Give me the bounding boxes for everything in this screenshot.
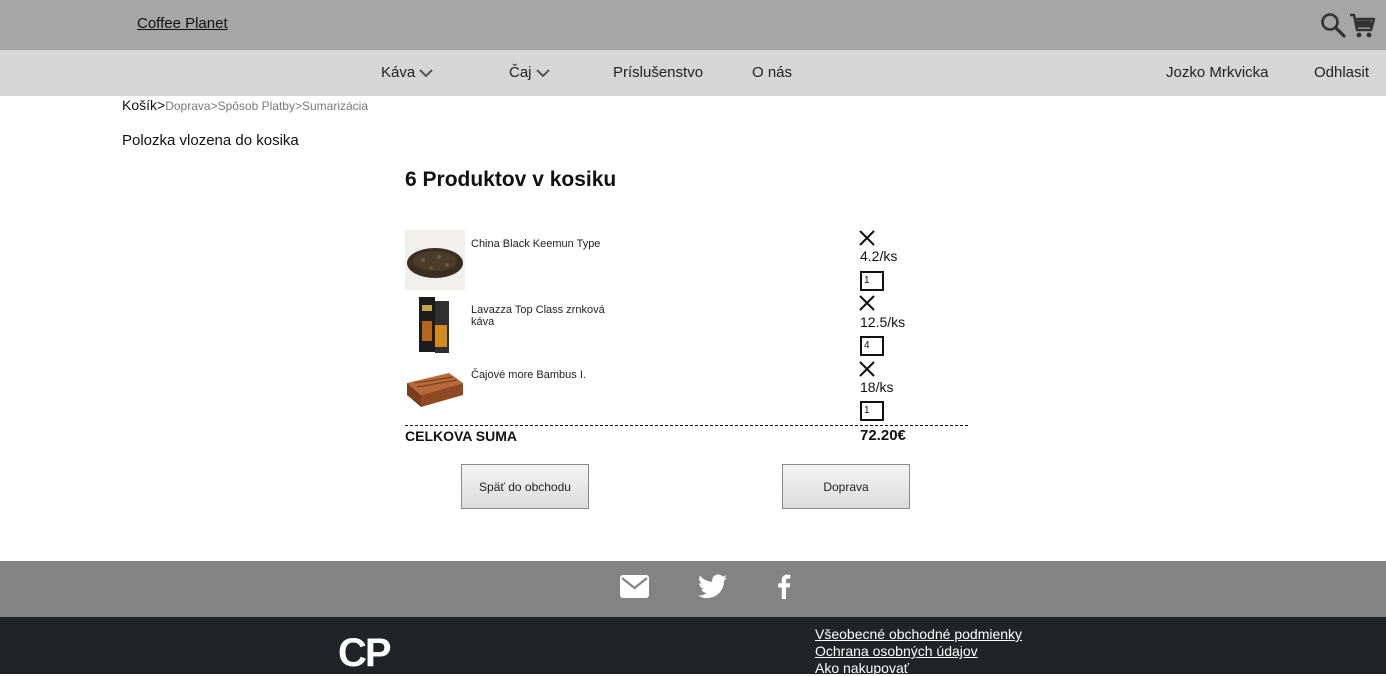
cart-notice: Polozka vlozena do kosika	[122, 132, 299, 149]
close-icon[interactable]	[859, 295, 875, 311]
brand-link[interactable]: Coffee Planet	[137, 15, 228, 32]
quantity-input[interactable]: 1	[860, 401, 884, 421]
quantity-input[interactable]: 4	[860, 336, 884, 356]
quantity-input[interactable]: 1	[860, 271, 884, 291]
total-divider	[405, 425, 968, 426]
cart-heading: 6 Produktov v kosiku	[405, 168, 617, 191]
nav-item-caj[interactable]: Čaj	[509, 64, 550, 81]
mail-icon[interactable]	[620, 575, 649, 598]
close-icon[interactable]	[859, 361, 875, 377]
breadcrumb-step-platba: Spôsob Platby	[217, 99, 295, 113]
product-name[interactable]: Lavazza Top Class zrnková káva	[471, 304, 621, 328]
breadcrumb-separator: >	[210, 99, 218, 113]
footer	[0, 617, 1386, 674]
nav-item-label: Čaj	[509, 64, 532, 81]
breadcrumb-separator: >	[157, 97, 166, 113]
shipping-button[interactable]: Doprava	[782, 464, 910, 509]
twitter-icon[interactable]	[698, 574, 727, 599]
logout-link[interactable]: Odhlasit	[1314, 64, 1369, 81]
social-bar	[0, 561, 1386, 617]
chevron-down-icon	[419, 68, 433, 77]
product-price: 4.2/ks	[860, 248, 898, 264]
nav-item-prislusenstvo[interactable]: Príslušenstvo	[613, 64, 703, 81]
search-icon[interactable]	[1320, 12, 1346, 38]
facebook-icon[interactable]	[777, 574, 791, 599]
product-price: 12.5/ks	[860, 314, 906, 330]
breadcrumb-current[interactable]: Košík	[122, 97, 157, 113]
breadcrumb-step-sumarizacia: Sumarizácia	[301, 99, 369, 113]
cart-icon[interactable]	[1348, 12, 1376, 40]
back-to-shop-button[interactable]: Späť do obchodu	[461, 464, 589, 509]
product-image	[405, 230, 465, 290]
breadcrumb-separator: >	[294, 99, 302, 113]
product-image	[405, 361, 465, 421]
close-icon[interactable]	[859, 230, 875, 246]
total-value: 72.20€	[860, 427, 906, 444]
footer-logo: CP	[338, 631, 392, 675]
nav-item-kava[interactable]: Káva	[381, 64, 433, 81]
user-name-link[interactable]: Jozko Mrkvicka	[1166, 64, 1269, 81]
total-label: CELKOVA SUMA	[405, 428, 517, 444]
nav-item-label: Káva	[381, 64, 416, 81]
breadcrumb-step-doprava: Doprava	[165, 99, 211, 113]
product-name[interactable]: Čajové more Bambus I.	[471, 369, 621, 381]
product-image	[405, 295, 465, 355]
product-price: 18/ks	[860, 379, 894, 395]
footer-link-privacy[interactable]: Ochrana osobných údajov	[815, 643, 978, 659]
product-name[interactable]: China Black Keemun Type	[471, 238, 621, 250]
nav-item-o-nas[interactable]: O nás	[752, 64, 792, 81]
chevron-down-icon	[535, 68, 550, 77]
breadcrumb: Košík>Doprava>Spôsob Platby>Sumarizácia	[122, 97, 368, 113]
footer-link-terms[interactable]: Všeobecné obchodné podmienky	[815, 626, 1022, 642]
